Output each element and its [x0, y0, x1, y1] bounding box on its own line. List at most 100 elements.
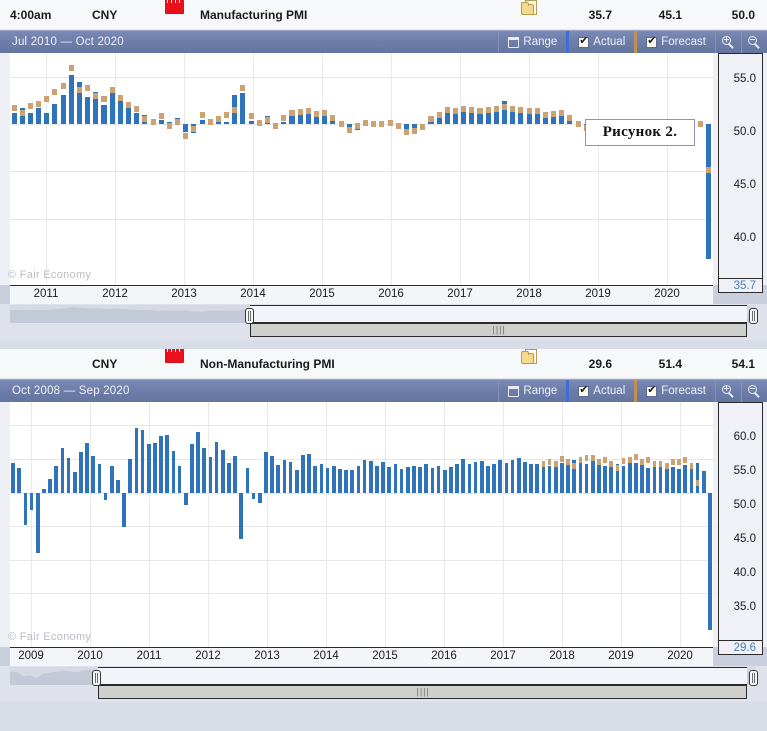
chart-bar-actual[interactable] [48, 479, 52, 493]
chart-marker-forecast[interactable] [627, 456, 632, 463]
chart-bar-actual[interactable] [695, 463, 700, 493]
chart-bar-actual[interactable] [535, 464, 540, 493]
chart-bar-actual[interactable] [159, 436, 163, 493]
chart-marker-forecast[interactable] [109, 86, 115, 93]
chart-plot-area-non-manufacturing[interactable] [10, 402, 713, 647]
chart-navigator-1[interactable]: |||| [0, 304, 767, 340]
chart-bar-actual[interactable] [479, 461, 484, 493]
chart-bar-actual[interactable] [529, 464, 533, 493]
chart-bar-actual[interactable] [405, 467, 410, 493]
chart-marker-forecast[interactable] [281, 115, 287, 122]
chart-bar-actual[interactable] [233, 455, 237, 493]
chart-marker-forecast[interactable] [664, 462, 669, 469]
chart-marker-forecast[interactable] [683, 457, 688, 464]
chart-bar-actual[interactable] [248, 121, 254, 124]
chart-marker-forecast[interactable] [526, 107, 532, 114]
chart-bar-actual[interactable] [467, 463, 472, 493]
chart-bar-actual[interactable] [477, 112, 483, 125]
chart-marker-forecast[interactable] [553, 460, 558, 467]
chart-bar-actual[interactable] [85, 442, 89, 493]
chart-bar-actual[interactable] [199, 120, 205, 124]
chart-bar-actual[interactable] [27, 112, 33, 125]
chart-marker-forecast[interactable] [166, 122, 172, 129]
chart-bar-actual[interactable] [553, 466, 558, 493]
chart-bar-actual[interactable] [224, 122, 230, 125]
navigator-handle-right-1[interactable] [749, 308, 758, 324]
chart-bar-actual[interactable] [381, 461, 385, 493]
horizontal-scrollbar-1[interactable]: |||| [250, 323, 747, 337]
chart-bar-actual[interactable] [436, 465, 441, 493]
chart-bar-actual[interactable] [52, 104, 58, 124]
chart-marker-forecast[interactable] [330, 115, 336, 122]
chart-marker-forecast[interactable] [706, 167, 712, 174]
chart-marker-forecast[interactable] [224, 112, 230, 119]
chart-marker-forecast[interactable] [297, 108, 303, 115]
chart-marker-forecast[interactable] [671, 459, 675, 466]
chart-bar-actual[interactable] [584, 463, 589, 493]
chart-bar-actual[interactable] [551, 116, 557, 124]
chart-bar-actual[interactable] [430, 467, 435, 493]
chart-bar-actual[interactable] [97, 464, 102, 493]
chart-bar-actual[interactable] [399, 469, 404, 493]
chart-bar-actual[interactable] [658, 463, 663, 493]
chart-bar-actual[interactable] [183, 492, 188, 506]
chart-marker-forecast[interactable] [395, 122, 401, 129]
chart-marker-forecast[interactable] [68, 65, 74, 72]
chart-bar-actual[interactable] [455, 463, 459, 493]
chart-bar-actual[interactable] [307, 453, 311, 493]
chart-marker-forecast[interactable] [379, 121, 385, 128]
forecast-checkbox-icon[interactable] [646, 384, 658, 397]
chart-bar-actual[interactable] [289, 114, 295, 125]
chart-marker-forecast[interactable] [485, 106, 491, 113]
chart-bar-actual[interactable] [294, 470, 299, 493]
chart-marker-forecast[interactable] [615, 465, 620, 472]
chart-bar-actual[interactable] [281, 122, 287, 125]
chart-marker-forecast[interactable] [142, 116, 148, 123]
chart-bar-actual[interactable] [449, 467, 453, 493]
chart-marker-forecast[interactable] [559, 109, 565, 116]
chart-marker-forecast[interactable] [597, 459, 601, 466]
chart-bar-actual[interactable] [68, 74, 74, 124]
chart-bar-actual[interactable] [677, 469, 681, 493]
chart-bar-actual[interactable] [227, 463, 231, 493]
chart-bar-actual[interactable] [91, 455, 96, 493]
chart-marker-forecast[interactable] [19, 109, 25, 116]
chart-marker-forecast[interactable] [420, 123, 426, 130]
chart-marker-forecast[interactable] [695, 480, 700, 487]
chart-bar-actual[interactable] [23, 492, 28, 525]
chart-bar-actual[interactable] [375, 466, 379, 493]
chart-marker-forecast[interactable] [567, 115, 573, 122]
chart-marker-forecast[interactable] [590, 455, 595, 462]
chart-marker-forecast[interactable] [658, 461, 663, 468]
event-title[interactable]: Manufacturing PMI [200, 0, 307, 30]
chart-bar-actual[interactable] [125, 106, 132, 124]
chart-marker-forecast[interactable] [493, 105, 499, 112]
chart-bar-actual[interactable] [504, 463, 509, 493]
chart-marker-forecast[interactable] [541, 460, 546, 467]
chart-marker-forecast[interactable] [547, 458, 552, 465]
chart-bar-actual[interactable] [251, 492, 256, 499]
chart-bar-actual[interactable] [634, 463, 638, 493]
chart-bar-actual[interactable] [270, 456, 274, 493]
chart-marker-forecast[interactable] [150, 119, 156, 126]
chart-bar-actual[interactable] [72, 472, 77, 493]
chart-marker-forecast[interactable] [640, 458, 644, 465]
chart-bar-actual[interactable] [492, 463, 496, 493]
chart-bar-actual[interactable] [424, 463, 429, 493]
chart-marker-forecast[interactable] [240, 85, 246, 92]
chart-bar-actual[interactable] [297, 113, 303, 124]
chart-marker-forecast[interactable] [542, 111, 548, 118]
chart-marker-forecast[interactable] [322, 109, 328, 116]
chart-bar-actual[interactable] [196, 432, 200, 493]
chart-marker-forecast[interactable] [232, 106, 238, 113]
chart-marker-forecast[interactable] [85, 85, 91, 92]
chart-bar-actual[interactable] [60, 448, 65, 493]
chart-bar-actual[interactable] [158, 120, 164, 124]
chart-bar-actual[interactable] [109, 466, 114, 493]
chart-bar-actual[interactable] [103, 492, 108, 500]
chart-marker-forecast[interactable] [621, 458, 626, 465]
chart-bar-actual[interactable] [350, 470, 355, 493]
chart-bar-actual[interactable] [683, 465, 688, 493]
chart-marker-forecast[interactable] [199, 112, 205, 119]
chart-bar-actual[interactable] [276, 465, 281, 493]
